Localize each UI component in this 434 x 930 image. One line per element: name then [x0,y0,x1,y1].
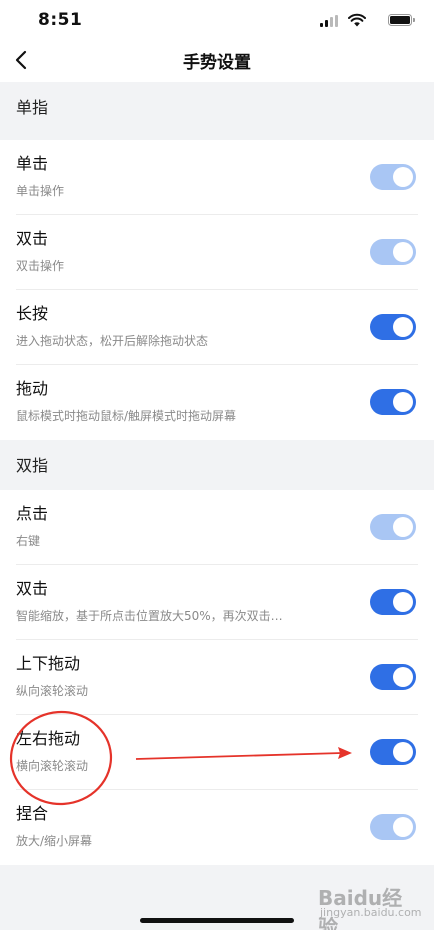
setting-row-single-tap: 单击 单击操作 [0,140,434,215]
watermark-subtext: jingyan.baidu.com [320,906,422,919]
pinch-toggle[interactable] [370,814,416,840]
setting-title: 长按 [16,304,49,323]
setting-title: 单击 [16,154,49,173]
setting-title: 捏合 [16,804,49,823]
setting-title: 上下拖动 [16,654,81,673]
horizontal-drag-toggle[interactable] [370,739,416,765]
section-title: 单指 [16,98,49,117]
setting-description: 横向滚轮滚动 [16,759,89,773]
status-icons [312,12,415,28]
status-bar: 8:51 [0,0,434,40]
setting-title: 点击 [16,504,49,523]
setting-title: 左右拖动 [16,729,81,748]
setting-description: 进入拖动状态，松开后解除拖动状态 [16,334,209,348]
two-finger-double-tap-toggle[interactable] [370,589,416,615]
section-header-two-finger: 双指 [0,440,434,488]
setting-row-long-press: 长按 进入拖动状态，松开后解除拖动状态 [0,290,434,365]
setting-row-double-tap: 双击 双击操作 [0,215,434,290]
toggle-knob [393,817,413,837]
setting-row-two-finger-tap: 点击 右键 [0,490,434,565]
setting-description: 纵向滚轮滚动 [16,684,89,698]
setting-description: 智能缩放，基于所点击位置放大50%，再次双击… [16,609,283,623]
nav-bar: 手势设置 [0,40,434,82]
single-tap-toggle[interactable] [370,164,416,190]
toggle-knob [393,742,413,762]
wifi-icon [348,13,366,27]
setting-row-horizontal-drag: 左右拖动 横向滚轮滚动 [0,715,434,790]
toggle-knob [393,667,413,687]
home-indicator[interactable] [140,918,294,923]
setting-title: 双击 [16,579,49,598]
double-tap-toggle[interactable] [370,239,416,265]
setting-row-two-finger-double-tap: 双击 智能缩放，基于所点击位置放大50%，再次双击… [0,565,434,640]
cellular-signal-icon [320,15,340,27]
toggle-knob [393,317,413,337]
toggle-knob [393,517,413,537]
drag-toggle[interactable] [370,389,416,415]
toggle-knob [393,592,413,612]
two-finger-tap-toggle[interactable] [370,514,416,540]
setting-description: 放大/缩小屏幕 [16,834,93,848]
setting-description: 右键 [16,534,41,548]
battery-icon [388,14,415,26]
toggle-knob [393,167,413,187]
long-press-toggle[interactable] [370,314,416,340]
vertical-drag-toggle[interactable] [370,664,416,690]
setting-description: 单击操作 [16,184,65,198]
toggle-knob [393,242,413,262]
setting-description: 鼠标模式时拖动鼠标/触屏模式时拖动屏幕 [16,409,237,423]
setting-title: 双击 [16,229,49,248]
setting-description: 双击操作 [16,259,65,273]
page-title: 手势设置 [183,53,251,73]
toggle-knob [393,392,413,412]
setting-row-pinch: 捏合 放大/缩小屏幕 [0,790,434,865]
setting-title: 拖动 [16,379,49,398]
section-title: 双指 [16,456,49,475]
setting-row-vertical-drag: 上下拖动 纵向滚轮滚动 [0,640,434,715]
section-header-single-finger: 单指 [0,82,434,130]
baidu-jingyan-watermark: Baidu经验 jingyan.baidu.com [318,882,422,930]
setting-row-drag: 拖动 鼠标模式时拖动鼠标/触屏模式时拖动屏幕 [0,365,434,440]
status-time: 8:51 [38,10,83,30]
